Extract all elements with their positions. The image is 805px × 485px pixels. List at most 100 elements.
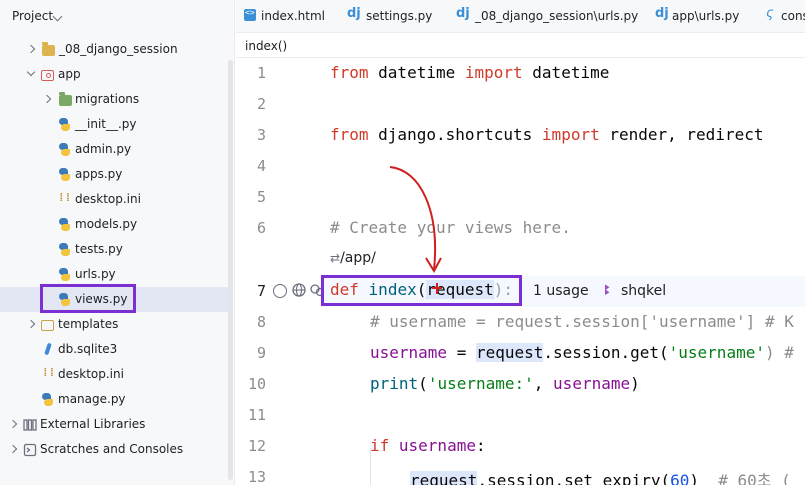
paren: ( — [418, 374, 428, 393]
tree-item-admin-py[interactable]: admin.py — [0, 137, 228, 162]
module-name: django.shortcuts — [368, 125, 542, 144]
chevron-right-icon[interactable] — [42, 94, 52, 104]
line-number: 4 — [256, 157, 266, 175]
tree-item-label: apps.py — [75, 167, 123, 181]
tree-item-label: app — [58, 67, 81, 81]
usage-count-inlay[interactable]: 1 usage — [533, 283, 589, 299]
template-folder-icon — [41, 320, 54, 331]
code-editor[interactable]: 1 2 3 4 5 6 7 8 9 10 11 12 13 from datet… — [236, 58, 805, 485]
tree-item-tests-py[interactable]: tests.py — [0, 237, 228, 262]
share-icon: ⇄ — [330, 251, 341, 265]
tree-item-label: models.py — [75, 217, 138, 231]
editor-tab-bar: index.html dj settings.py dj _08_django_… — [236, 0, 805, 33]
django-icon: dj — [655, 6, 669, 21]
python-file-icon — [40, 392, 55, 407]
line-number: 3 — [256, 126, 266, 144]
comma: , — [533, 374, 554, 393]
number-literal: 60 — [670, 471, 690, 485]
breadcrumb-function[interactable]: index() — [245, 39, 287, 53]
tree-item-label: migrations — [75, 92, 140, 106]
chevron-down-icon[interactable] — [26, 67, 36, 77]
code-line-10: print('username:', username) — [370, 374, 640, 393]
django-icon: dj — [347, 6, 361, 21]
code-line-6: # Create your views here. — [330, 218, 571, 237]
chevron-down-icon[interactable] — [52, 11, 63, 22]
imported-name: datetime — [522, 63, 610, 82]
tree-item-08-django-session[interactable]: _08_django_session — [0, 37, 228, 62]
tree-item-migrations[interactable]: migrations — [0, 87, 228, 112]
database-file-icon — [41, 342, 56, 357]
paren: ) — [689, 471, 719, 485]
paren: ) — [630, 374, 640, 393]
tree-item-label: desktop.ini — [75, 192, 141, 206]
project-panel-title[interactable]: Project — [12, 9, 53, 23]
line-number: 9 — [256, 344, 266, 362]
inline-comment: # 60초 ( — [718, 471, 791, 485]
folder-icon — [42, 42, 55, 56]
builtin-print: print — [370, 374, 419, 393]
python-file-icon — [57, 217, 72, 232]
settings-file-icon: ⁞⁞ — [58, 191, 72, 204]
tree-item-label: Scratches and Consoles — [40, 442, 184, 456]
tab-project-urls-py[interactable]: dj _08_django_session\urls.py — [450, 0, 645, 33]
string-literal: 'username:' — [427, 374, 534, 393]
tab-settings-py[interactable]: dj settings.py — [341, 0, 451, 33]
line-number: 8 — [256, 313, 266, 331]
tab-cons[interactable]: ς cons — [760, 0, 805, 33]
chevron-right-icon[interactable] — [8, 419, 18, 429]
tree-item-label: External Libraries — [40, 417, 146, 431]
tree-item-label: _08_django_session — [59, 42, 178, 56]
tree-item-desktop-ini[interactable]: ⁞⁞ desktop.ini — [0, 187, 228, 212]
url-mapping-hint[interactable]: ⇄/app/ — [330, 250, 376, 266]
keyword-import: import — [464, 63, 523, 82]
line-number: 5 — [256, 188, 266, 206]
string-literal: 'username' — [668, 343, 765, 362]
python-file-icon — [57, 142, 72, 157]
chevron-right-icon[interactable] — [8, 444, 18, 454]
breadcrumb: index() — [236, 34, 805, 58]
line-number: 7 — [256, 282, 266, 300]
css-icon: ς — [766, 6, 774, 21]
imported-names: render, redirect — [599, 125, 764, 144]
variable-username: username — [389, 436, 476, 455]
module-name: datetime — [368, 63, 465, 82]
keyword-if: if — [370, 436, 390, 455]
tree-item-external-libraries[interactable]: External Libraries — [0, 412, 228, 437]
project-panel-scrollbar[interactable] — [228, 60, 233, 480]
line-number: 13 — [247, 468, 266, 485]
keyword-import: import — [541, 125, 600, 144]
code-line-8: # username = request.session['username']… — [370, 312, 794, 331]
tree-item-db-sqlite3[interactable]: db.sqlite3 — [0, 337, 228, 362]
author-inlay[interactable]: shqkel — [621, 283, 666, 299]
request-reference: request — [475, 343, 544, 362]
tree-item-models-py[interactable]: models.py — [0, 212, 228, 237]
def-index-highlight-box — [321, 275, 522, 306]
scratches-icon — [23, 442, 38, 457]
tree-item-label: desktop.ini — [58, 367, 124, 381]
tree-item-templates[interactable]: templates — [0, 312, 228, 337]
settings-file-icon: ⁞⁞ — [42, 366, 56, 379]
chevron-right-icon[interactable] — [26, 319, 36, 329]
tab-label: app\urls.py — [672, 9, 740, 23]
endpoint-globe-gutter-icon[interactable] — [291, 282, 307, 302]
project-panel-header[interactable]: Project — [0, 0, 235, 32]
code-line-12: if username: — [370, 436, 486, 455]
tree-item-label: manage.py — [58, 392, 126, 406]
tree-item-scratches-and-consoles[interactable]: Scratches and Consoles — [0, 437, 228, 462]
tab-app-urls-py[interactable]: dj app\urls.py — [649, 0, 759, 33]
tree-item-apps-py[interactable]: apps.py — [0, 162, 228, 187]
tree-item-label: urls.py — [75, 267, 116, 281]
request-reference: request — [410, 471, 478, 485]
line-number: 1 — [256, 64, 266, 82]
folder-icon — [59, 92, 72, 106]
tree-item-manage-py[interactable]: manage.py — [0, 387, 228, 412]
tree-item-desktop-ini-root[interactable]: ⁞⁞ desktop.ini — [0, 362, 228, 387]
line-number: 12 — [247, 437, 266, 455]
chevron-right-icon[interactable] — [26, 44, 36, 54]
web-endpoint-gutter-icon[interactable] — [273, 284, 287, 298]
tree-item-init-py[interactable]: __init__.py — [0, 112, 228, 137]
html-icon — [244, 8, 256, 21]
tree-item-label: tests.py — [75, 242, 123, 256]
tab-index-html[interactable]: index.html — [236, 0, 339, 33]
tree-item-app[interactable]: app — [0, 62, 228, 87]
